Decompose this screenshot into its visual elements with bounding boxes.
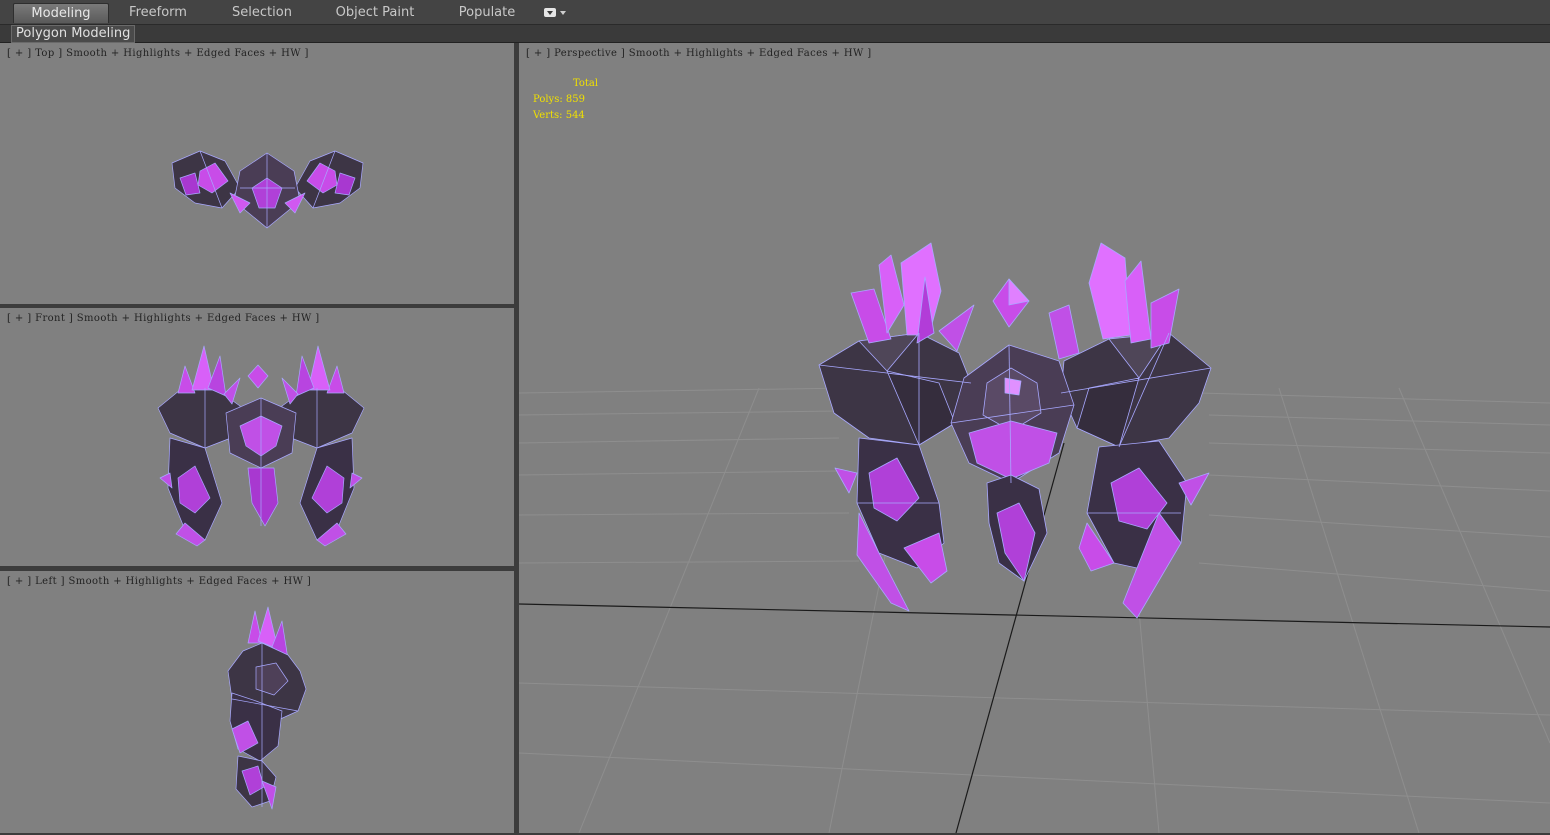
model-front-view xyxy=(157,345,365,547)
viewport-left[interactable]: [ + ] Left ] Smooth + Highlights + Edged… xyxy=(0,571,514,833)
viewport-perspective[interactable]: [ + ] Perspective ] Smooth + Highlights … xyxy=(519,43,1550,833)
tab-modeling[interactable]: Modeling xyxy=(13,3,109,23)
ribbon-options-button[interactable] xyxy=(541,6,569,20)
model-perspective-view xyxy=(519,242,1550,833)
ribbon-tabs: Modeling Freeform Selection Object Paint… xyxy=(0,0,1550,25)
model-left-view xyxy=(227,606,307,810)
tab-selection[interactable]: Selection xyxy=(216,3,308,22)
ribbon-panel-bar: Polygon Modeling xyxy=(0,25,1550,43)
viewport-top[interactable]: [ + ] Top ] Smooth + Highlights + Edged … xyxy=(0,43,514,304)
tab-object-paint[interactable]: Object Paint xyxy=(326,3,424,22)
tab-populate[interactable]: Populate xyxy=(446,3,528,22)
viewport-front[interactable]: [ + ] Front ] Smooth + Highlights + Edge… xyxy=(0,308,514,566)
model-top-view xyxy=(171,150,364,229)
tab-freeform[interactable]: Freeform xyxy=(116,3,200,22)
chevron-down-icon xyxy=(560,11,566,15)
dropdown-icon xyxy=(544,8,556,17)
polygon-modeling-panel-button[interactable]: Polygon Modeling xyxy=(11,25,136,43)
